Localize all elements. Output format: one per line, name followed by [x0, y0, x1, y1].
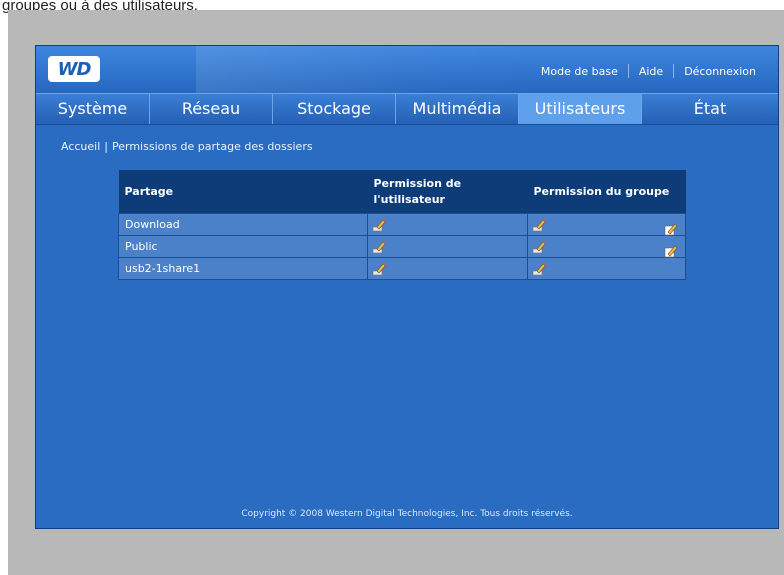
share-permissions-table: Partage Permission de l'utilisateur Perm… [118, 170, 686, 280]
column-header-group-permission: Permission du groupe [527, 170, 686, 214]
user-permission-cell [367, 235, 528, 258]
breadcrumb-home[interactable]: Accueil [61, 140, 100, 153]
group-permission-cell [527, 213, 686, 236]
header-bar: WD Mode de base Aide Déconnexion [36, 46, 778, 93]
edit-icon[interactable] [664, 244, 678, 258]
tab-utilisateurs[interactable]: Utilisateurs [519, 94, 642, 124]
tab-multimedia[interactable]: Multimédia [396, 94, 519, 124]
tab-systeme[interactable]: Système [36, 94, 150, 124]
breadcrumb-current: Permissions de partage des dossiers [112, 140, 313, 153]
table-row: usb2-1share1 [118, 257, 686, 280]
column-header-share: Partage [118, 170, 368, 214]
breadcrumb: Accueil | Permissions de partage des dossi… [61, 140, 313, 153]
user-permission-cell [367, 213, 528, 236]
main-nav: Système Réseau Stockage Multimédia Utili… [36, 93, 778, 125]
help-link[interactable]: Aide [629, 65, 673, 78]
group-permission-icon[interactable] [532, 262, 548, 276]
user-permission-icon[interactable] [372, 240, 388, 254]
user-permission-cell [367, 257, 528, 280]
table-header-row: Partage Permission de l'utilisateur Perm… [118, 170, 686, 214]
logout-link[interactable]: Déconnexion [674, 65, 766, 78]
tab-reseau[interactable]: Réseau [150, 94, 273, 124]
header-links: Mode de base Aide Déconnexion [531, 63, 766, 79]
basic-mode-link[interactable]: Mode de base [531, 65, 628, 78]
admin-panel: WD Mode de base Aide Déconnexion Système… [35, 45, 779, 529]
group-permission-cell [527, 235, 686, 258]
tab-stockage[interactable]: Stockage [273, 94, 396, 124]
share-name: Public [118, 235, 368, 258]
share-name: usb2-1share1 [118, 257, 368, 280]
edit-icon[interactable] [664, 222, 678, 236]
column-header-user-permission: Permission de l'utilisateur [367, 170, 528, 214]
wd-logo[interactable]: WD [48, 56, 100, 82]
breadcrumb-separator: | [104, 140, 108, 153]
footer-copyright: Copyright © 2008 Western Digital Technol… [241, 509, 573, 519]
table-row: Download [118, 213, 686, 236]
group-permission-icon[interactable] [532, 240, 548, 254]
tab-etat[interactable]: État [642, 94, 778, 124]
group-permission-icon[interactable] [532, 218, 548, 232]
user-permission-icon[interactable] [372, 218, 388, 232]
table-row: Public [118, 235, 686, 258]
share-permissions-table-wrap: Partage Permission de l'utilisateur Perm… [118, 170, 686, 280]
group-permission-cell [527, 257, 686, 280]
user-permission-icon[interactable] [372, 262, 388, 276]
share-name: Download [118, 213, 368, 236]
